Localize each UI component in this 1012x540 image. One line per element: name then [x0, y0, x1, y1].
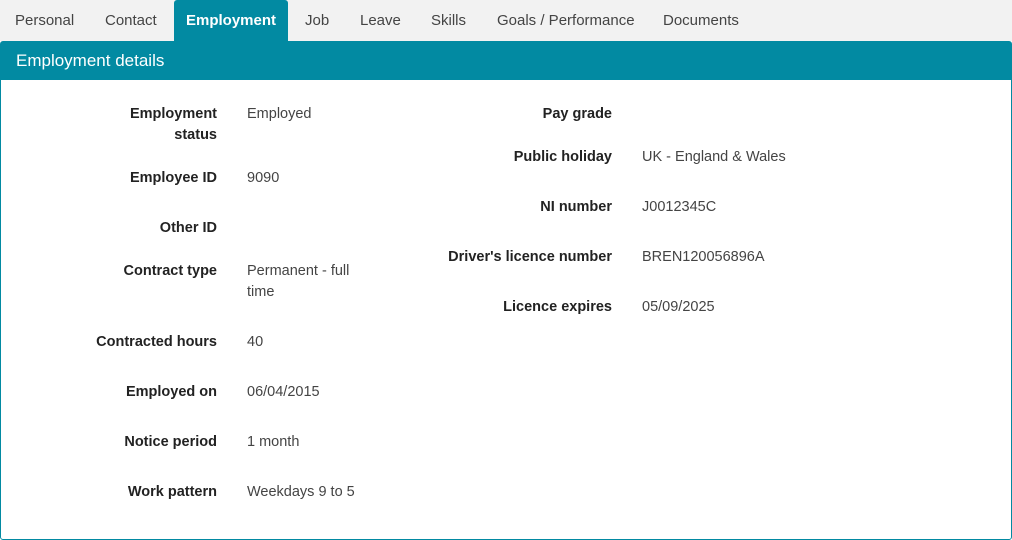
value-licence-expires: 05/09/2025	[642, 299, 715, 315]
label-work-pattern: Work pattern	[127, 484, 217, 500]
label-drivers-licence-number: Driver's licence number	[448, 249, 612, 265]
label-pay-grade: Pay grade	[542, 106, 612, 122]
label-licence-expires: Licence expires	[503, 299, 612, 315]
tab-documents[interactable]: Documents	[663, 0, 739, 41]
label-notice-period: Notice period	[124, 434, 217, 450]
tab-leave[interactable]: Leave	[360, 0, 401, 41]
tab-bar: Personal Contact Employment Job Leave Sk…	[0, 0, 1012, 41]
panel-title: Employment details	[16, 51, 165, 70]
tab-employment[interactable]: Employment	[174, 0, 288, 41]
label-contracted-hours: Contracted hours	[96, 334, 217, 350]
tab-contact[interactable]: Contact	[105, 0, 157, 41]
tab-job[interactable]: Job	[305, 0, 329, 41]
label-contract-type: Contract type	[123, 263, 217, 279]
label-employee-id: Employee ID	[129, 170, 217, 186]
value-employment-status: Employed	[247, 106, 312, 122]
value-contract-type: Permanent - full time	[247, 263, 350, 300]
panel-header: Employment details	[1, 42, 1011, 80]
value-public-holiday: UK - England & Wales	[642, 149, 786, 165]
label-other-id: Other ID	[159, 220, 217, 236]
value-contracted-hours: 40	[247, 334, 264, 350]
label-employed-on: Employed on	[125, 384, 217, 400]
label-ni-number: NI number	[540, 199, 612, 215]
value-employee-id: 9090	[247, 170, 280, 186]
tab-skills[interactable]: Skills	[431, 0, 466, 41]
tab-goals-performance[interactable]: Goals / Performance	[497, 0, 635, 41]
employment-details-panel: Employment details Employment status Emp…	[0, 41, 1012, 540]
value-ni-number: J0012345C	[642, 199, 717, 215]
tab-personal[interactable]: Personal	[15, 0, 74, 41]
label-public-holiday: Public holiday	[513, 149, 612, 165]
label-employment-status: Employment status	[129, 106, 217, 143]
value-drivers-licence-number: BREN120056896A	[642, 249, 765, 265]
value-work-pattern: Weekdays 9 to 5	[247, 484, 355, 500]
value-employed-on: 06/04/2015	[247, 384, 320, 400]
value-notice-period: 1 month	[247, 434, 300, 450]
